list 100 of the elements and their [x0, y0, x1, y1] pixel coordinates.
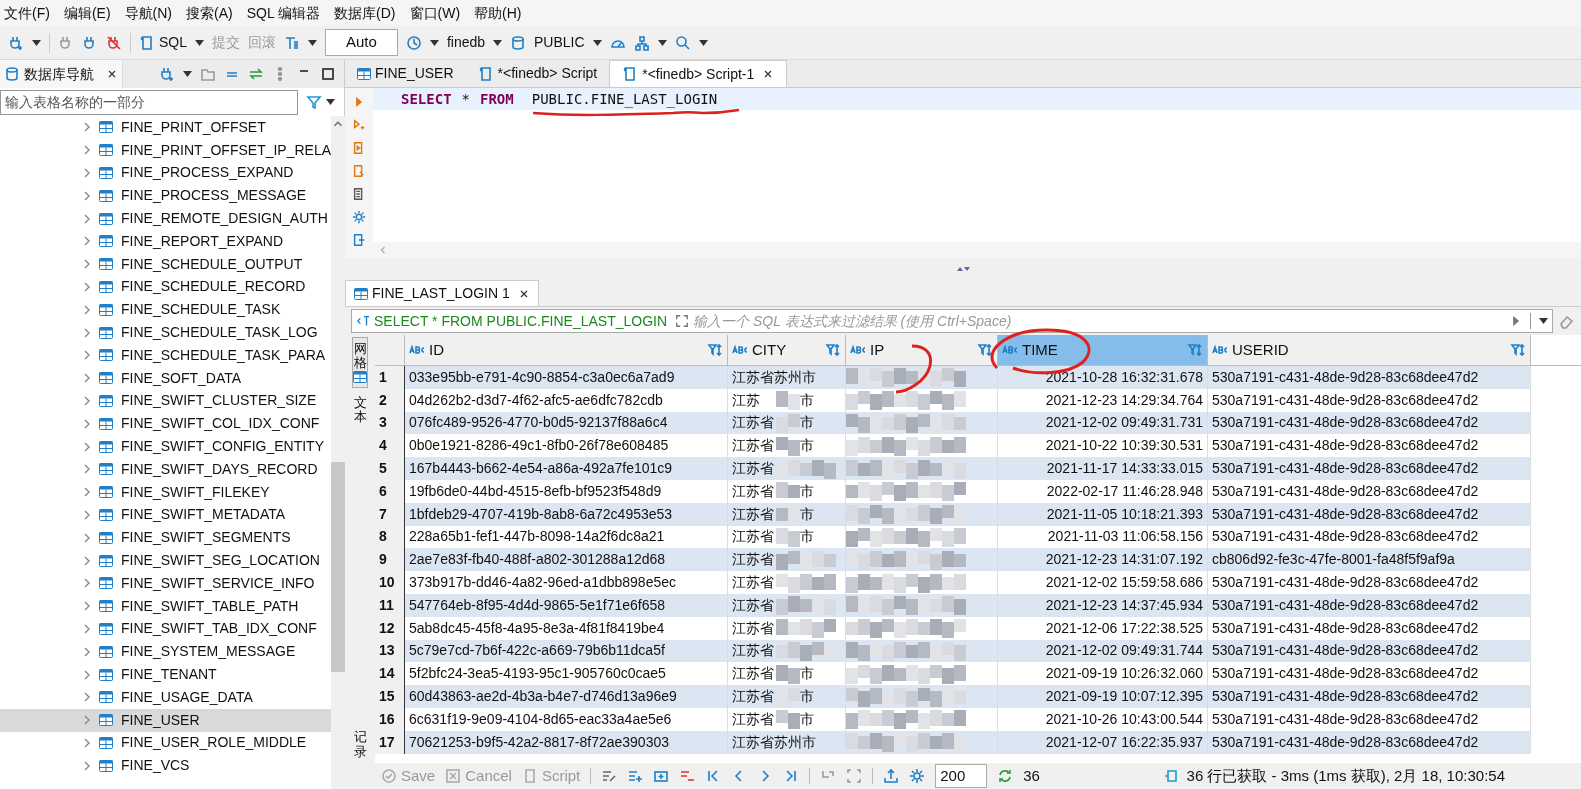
- caret-icon[interactable]: [308, 39, 317, 46]
- tree-item[interactable]: FINE_VCS: [0, 754, 332, 778]
- export-icon[interactable]: [883, 768, 900, 784]
- caret-icon[interactable]: [32, 39, 41, 46]
- caret-icon[interactable]: [1539, 318, 1548, 324]
- tree-item[interactable]: FINE_SWIFT_SEG_LOCATION: [0, 549, 332, 572]
- menu-item[interactable]: SQL 编辑器: [246, 2, 321, 24]
- tree-item[interactable]: FINE_SWIFT_TABLE_PATH: [0, 594, 332, 618]
- menu-item[interactable]: 窗口(W): [409, 2, 461, 24]
- check-circle-icon[interactable]: [381, 768, 397, 784]
- history-icon[interactable]: [405, 34, 422, 51]
- tree-item[interactable]: FINE_PROCESS_EXPAND: [0, 161, 332, 185]
- fullscreen-icon[interactable]: [675, 313, 690, 329]
- tree-item[interactable]: FINE_SCHEDULE_TASK_LOG: [0, 321, 332, 344]
- caret-icon[interactable]: [657, 39, 667, 46]
- eraser-icon[interactable]: [1557, 313, 1575, 329]
- sort-filter-icon[interactable]: [1187, 342, 1203, 358]
- tree-item[interactable]: FINE_SWIFT_TAB_IDX_CONF: [0, 617, 332, 641]
- maximize-icon[interactable]: [320, 66, 336, 82]
- navigator-tab[interactable]: 数据库导航: [0, 60, 123, 88]
- caret-icon[interactable]: [429, 39, 439, 46]
- database-icon[interactable]: [510, 34, 527, 51]
- column-header[interactable]: USERID: [1208, 335, 1531, 365]
- tree-item[interactable]: FINE_SCHEDULE_TASK_PARA: [0, 343, 332, 367]
- caret-icon[interactable]: [326, 99, 335, 105]
- editor-tab[interactable]: FINE_USER: [345, 60, 466, 87]
- tree-item[interactable]: FINE_SWIFT_METADATA: [0, 503, 332, 527]
- tree-item[interactable]: FINE_SWIFT_CONFIG_ENTITY: [0, 435, 332, 458]
- caret-icon[interactable]: [195, 39, 204, 46]
- edit-icon[interactable]: [601, 768, 618, 784]
- refresh-icon[interactable]: [997, 768, 1014, 784]
- caret-icon[interactable]: [698, 39, 708, 46]
- plug-add-icon[interactable]: [8, 34, 24, 51]
- tree-item[interactable]: FINE_REMOTE_DESIGN_AUTH: [0, 207, 332, 230]
- fetch-size-field[interactable]: 200: [935, 763, 988, 789]
- results-tab[interactable]: FINE_LAST_LOGIN 1: [345, 280, 539, 306]
- tree-item[interactable]: FINE_SWIFT_SERVICE_INFO: [0, 571, 332, 595]
- table-filter-field[interactable]: 输入表格名称的一部分: [0, 89, 298, 115]
- script-icon[interactable]: [139, 34, 155, 51]
- tree-item[interactable]: FINE_REPORT_EXPAND: [0, 230, 332, 253]
- sort-filter-icon[interactable]: [1510, 342, 1526, 358]
- tree-item[interactable]: FINE_SWIFT_COL_IDX_CONF: [0, 412, 332, 436]
- scrollbar-thumb[interactable]: [331, 462, 346, 672]
- database-selector[interactable]: finedb: [446, 32, 486, 53]
- run-icon[interactable]: [353, 94, 365, 110]
- results-filter-field[interactable]: SELECT * FROM PUBLIC.FINE_LAST_LOGIN 输入一个 SQL 表达式来过滤结果 (使用 Ctrl+Space): [351, 309, 1553, 333]
- tree-item[interactable]: FINE_PROCESS_MESSAGE: [0, 184, 332, 208]
- caret-icon[interactable]: [493, 39, 503, 46]
- tree-item[interactable]: FINE_SCHEDULE_OUTPUT: [0, 252, 332, 276]
- explain-icon[interactable]: [352, 163, 366, 179]
- tree-item[interactable]: FINE_SYSTEM_MESSAGE: [0, 640, 332, 664]
- tree-item[interactable]: FINE_SCHEDULE_RECORD: [0, 275, 332, 299]
- tree-item[interactable]: FINE_SWIFT_DAYS_RECORD: [0, 457, 332, 481]
- caret-icon[interactable]: [592, 39, 602, 46]
- tree-item[interactable]: FINE_USER_ROLE_MIDDLE: [0, 731, 332, 755]
- tree-item[interactable]: FINE_PRINT_OFFSET_IP_RELA: [0, 138, 332, 162]
- panel-icon[interactable]: [1162, 768, 1179, 784]
- apply-filter-icon[interactable]: [1510, 313, 1522, 329]
- tree-item[interactable]: FINE_USAGE_DATA: [0, 685, 332, 709]
- transaction-mode-icon[interactable]: [284, 34, 300, 51]
- database-icon[interactable]: [4, 66, 20, 82]
- menu-item[interactable]: 文件(F): [4, 2, 50, 24]
- new-folder-icon[interactable]: [200, 66, 216, 82]
- sort-filter-icon[interactable]: [977, 342, 993, 358]
- tree-item[interactable]: FINE_SWIFT_CLUSTER_SIZE: [0, 389, 332, 413]
- column-header[interactable]: ID: [405, 335, 728, 365]
- editor-tab[interactable]: *<finedb> Script: [465, 60, 610, 87]
- frame-icon[interactable]: [846, 768, 863, 784]
- export-icon[interactable]: [352, 232, 366, 248]
- tree-item[interactable]: FINE_SOFT_DATA: [0, 366, 332, 390]
- text-side-tab[interactable]: 文本: [353, 387, 367, 433]
- tree-item[interactable]: FINE_TENANT: [0, 663, 332, 686]
- column-header[interactable]: TIME: [998, 335, 1208, 365]
- caret-icon[interactable]: [183, 71, 192, 77]
- script-icon[interactable]: [477, 65, 494, 82]
- menu-item[interactable]: 帮助(H): [474, 2, 522, 24]
- plug-add-icon[interactable]: [159, 66, 175, 82]
- menu-item[interactable]: 编辑(E): [63, 2, 111, 24]
- record-side-tab[interactable]: 记录: [353, 730, 367, 763]
- link-arrows-icon[interactable]: [248, 66, 264, 82]
- column-header[interactable]: IP: [846, 335, 998, 365]
- cancel-box-icon[interactable]: [445, 768, 462, 784]
- menu-item[interactable]: 数据库(D): [334, 2, 396, 24]
- sort-filter-icon[interactable]: [825, 342, 841, 358]
- menu-item[interactable]: 搜索(A): [186, 2, 233, 24]
- sort-filter-icon[interactable]: [707, 342, 723, 358]
- editor-tab[interactable]: *<finedb> Script-1: [609, 60, 788, 87]
- tree-item[interactable]: FINE_SCHEDULE_TASK: [0, 298, 332, 322]
- sitemap-icon[interactable]: [633, 34, 650, 51]
- plug-disconnect-icon[interactable]: [106, 34, 122, 51]
- delete-row-icon[interactable]: [679, 768, 696, 784]
- schema-selector[interactable]: PUBLIC: [534, 32, 585, 53]
- add-row-icon[interactable]: [627, 768, 644, 784]
- tree-item[interactable]: FINE_SWIFT_FILEKEY: [0, 480, 332, 504]
- tree-item[interactable]: FINE_PRINT_OFFSET: [0, 116, 332, 139]
- settings-icon[interactable]: [352, 209, 366, 225]
- menu-item[interactable]: 导航(N): [124, 2, 172, 24]
- column-header[interactable]: CITY: [728, 335, 846, 365]
- search-icon[interactable]: [674, 34, 691, 51]
- grid-side-tab[interactable]: 网格: [352, 337, 368, 388]
